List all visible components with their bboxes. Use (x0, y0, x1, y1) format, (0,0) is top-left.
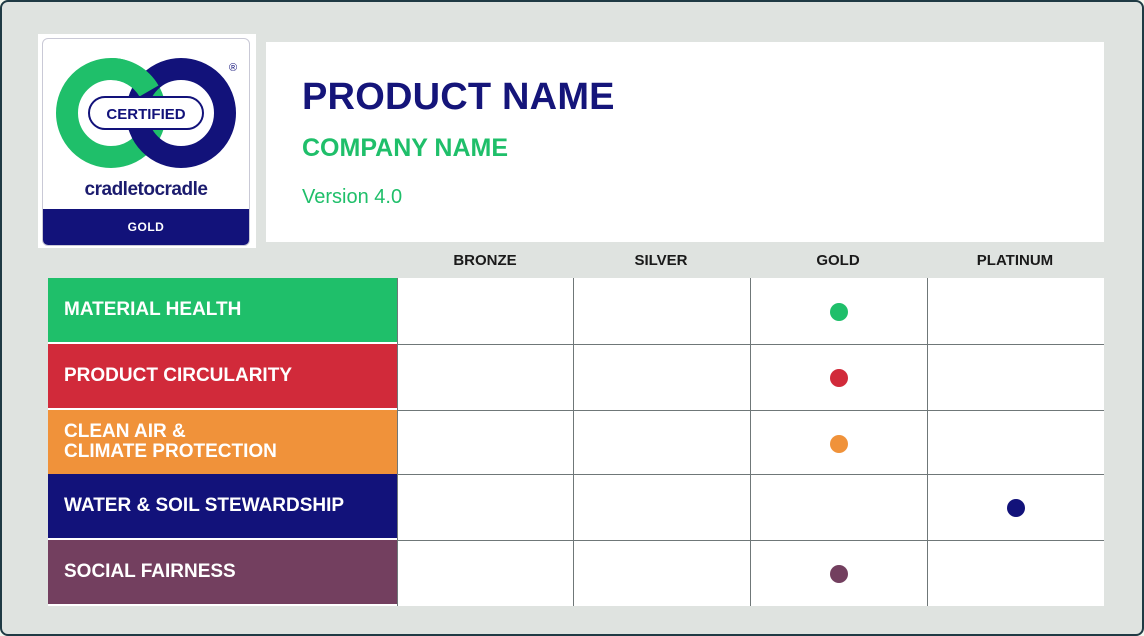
category-label: CLEAN AIR & CLIMATE PROTECTION (48, 410, 397, 474)
category-label: MATERIAL HEALTH (48, 278, 397, 342)
certificate-card: CERTIFIED ® cradletocradle GOLD PRODUCT … (0, 0, 1144, 636)
achieved-level-dot (829, 303, 848, 321)
product-name: PRODUCT NAME (302, 76, 615, 118)
scorecard-grid: MATERIAL HEALTH PRODUCT CIRCULARITY CLEAN … (48, 278, 1104, 606)
certification-logo: CERTIFIED ® cradletocradle GOLD (38, 34, 256, 248)
cradle-to-cradle-infinity-icon: CERTIFIED ® (56, 58, 237, 168)
category-row: MATERIAL HEALTH (48, 278, 1104, 342)
category-label: SOCIAL FAIRNESS (48, 540, 397, 604)
column-header-bronze: BRONZE (453, 252, 517, 269)
logo-wordmark: cradletocradle (84, 179, 208, 200)
category-label: WATER & SOIL STEWARDSHIP (48, 474, 397, 538)
achieved-level-dot (829, 435, 848, 453)
achieved-level-dot (829, 565, 848, 583)
category-row: PRODUCT CIRCULARITY (48, 344, 1104, 408)
achieved-level-dot (829, 369, 848, 387)
category-label: PRODUCT CIRCULARITY (48, 344, 397, 408)
company-name: COMPANY NAME (302, 134, 509, 162)
category-row: WATER & SOIL STEWARDSHIP (48, 474, 1104, 538)
category-row: CLEAN AIR & CLIMATE PROTECTION (48, 410, 1104, 474)
svg-text:®: ® (229, 62, 237, 74)
category-row: SOCIAL FAIRNESS (48, 540, 1104, 604)
version-label: Version 4.0 (302, 186, 403, 208)
certification-level-band: GOLD (43, 209, 249, 245)
svg-text:CERTIFIED: CERTIFIED (106, 106, 185, 123)
achieved-level-dot (1006, 499, 1025, 517)
column-header-gold: GOLD (816, 252, 860, 269)
column-header-platinum: PLATINUM (976, 252, 1054, 269)
product-header: PRODUCT NAME COMPANY NAME Version 4.0 (266, 42, 1104, 242)
column-header-silver: SILVER (634, 252, 688, 269)
